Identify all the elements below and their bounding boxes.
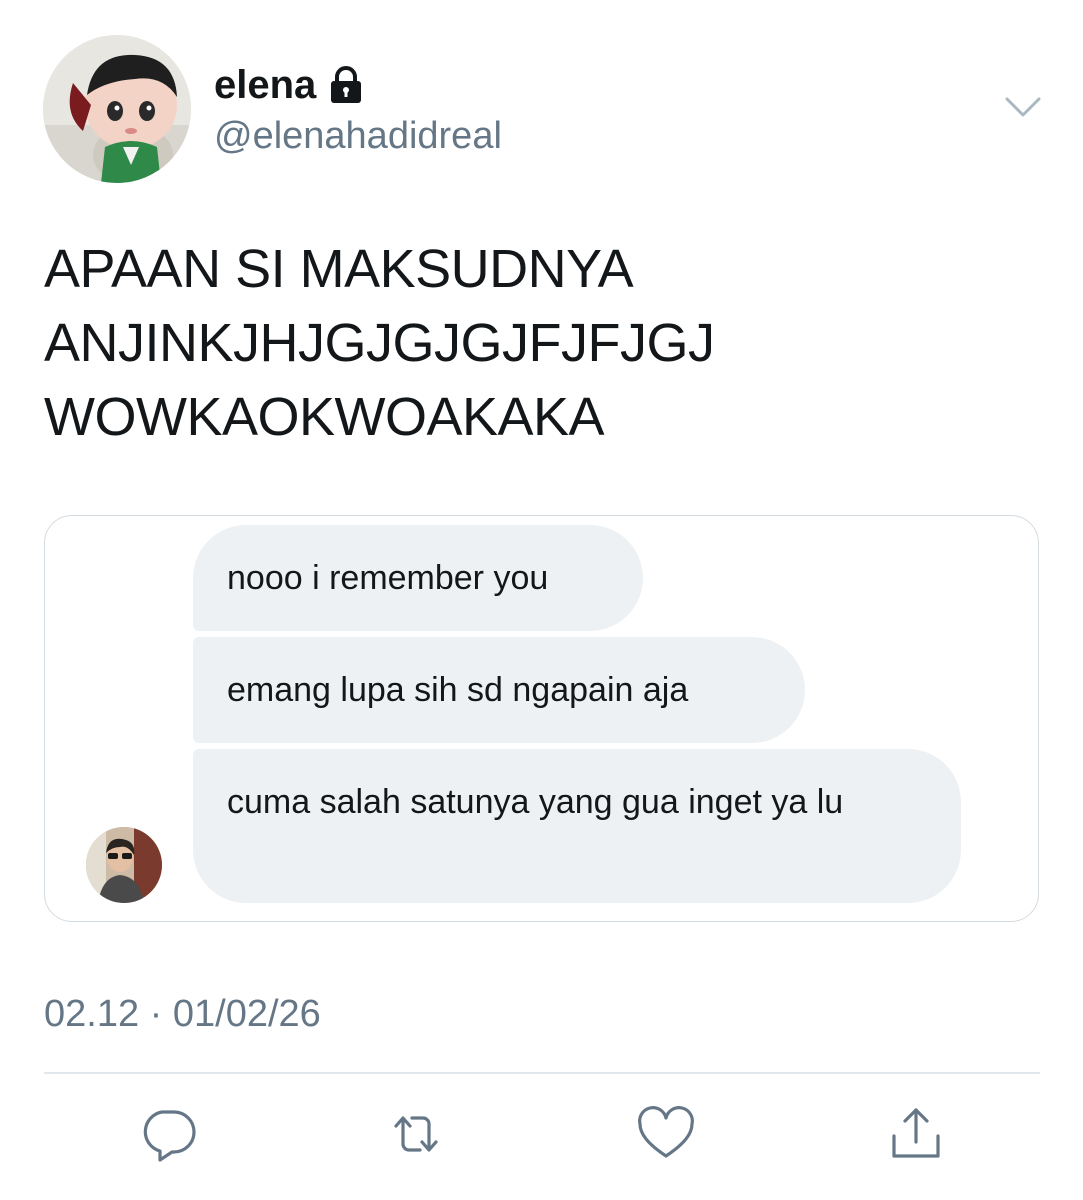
display-name[interactable]: elena — [214, 62, 364, 108]
like-button[interactable] — [636, 1104, 696, 1164]
tweet-text: APAAN SI MAKSUDNYA ANJINKJHJGJGJGJFJFJGJ… — [44, 232, 1024, 454]
divider — [44, 1072, 1040, 1074]
heart-icon — [638, 1106, 694, 1158]
lock-icon — [331, 66, 362, 103]
chat-message: emang lupa sih sd ngapain aja — [227, 671, 689, 709]
share-button[interactable] — [886, 1104, 946, 1164]
reply-button[interactable] — [138, 1104, 198, 1164]
tweet-line: ANJINKJHJGJGJGJFJFJGJ — [44, 313, 715, 373]
retweet-button[interactable] — [386, 1104, 446, 1164]
tweet-media[interactable]: nooo i remember you emang lupa sih sd ng… — [44, 515, 1039, 922]
sender-avatar-image — [86, 827, 162, 903]
reply-icon — [143, 1110, 196, 1162]
tweet-line: WOWKAOKWOAKAKA — [44, 387, 605, 447]
user-handle[interactable]: @elenahadidreal — [214, 114, 502, 158]
sender-avatar — [86, 827, 162, 903]
chat-message: nooo i remember you — [227, 559, 549, 597]
tweet-line: APAAN SI MAKSUDNYA — [44, 239, 634, 299]
share-icon — [892, 1108, 940, 1158]
chat-bubble: nooo i remember you — [193, 525, 643, 631]
chat-bubble: emang lupa sih sd ngapain aja — [193, 637, 805, 743]
chevron-down-icon[interactable] — [1003, 92, 1043, 122]
chat-bubble: cuma salah satunya yang gua inget ya lu — [193, 749, 961, 903]
profile-avatar[interactable] — [43, 35, 191, 183]
chat-message: cuma salah satunya yang gua inget ya lu — [227, 783, 844, 821]
avatar-image — [43, 35, 191, 183]
display-name-text: elena — [214, 63, 317, 107]
tweet-timestamp: 02.12 · 01/02/26 — [44, 993, 321, 1035]
retweet-icon — [394, 1116, 438, 1152]
